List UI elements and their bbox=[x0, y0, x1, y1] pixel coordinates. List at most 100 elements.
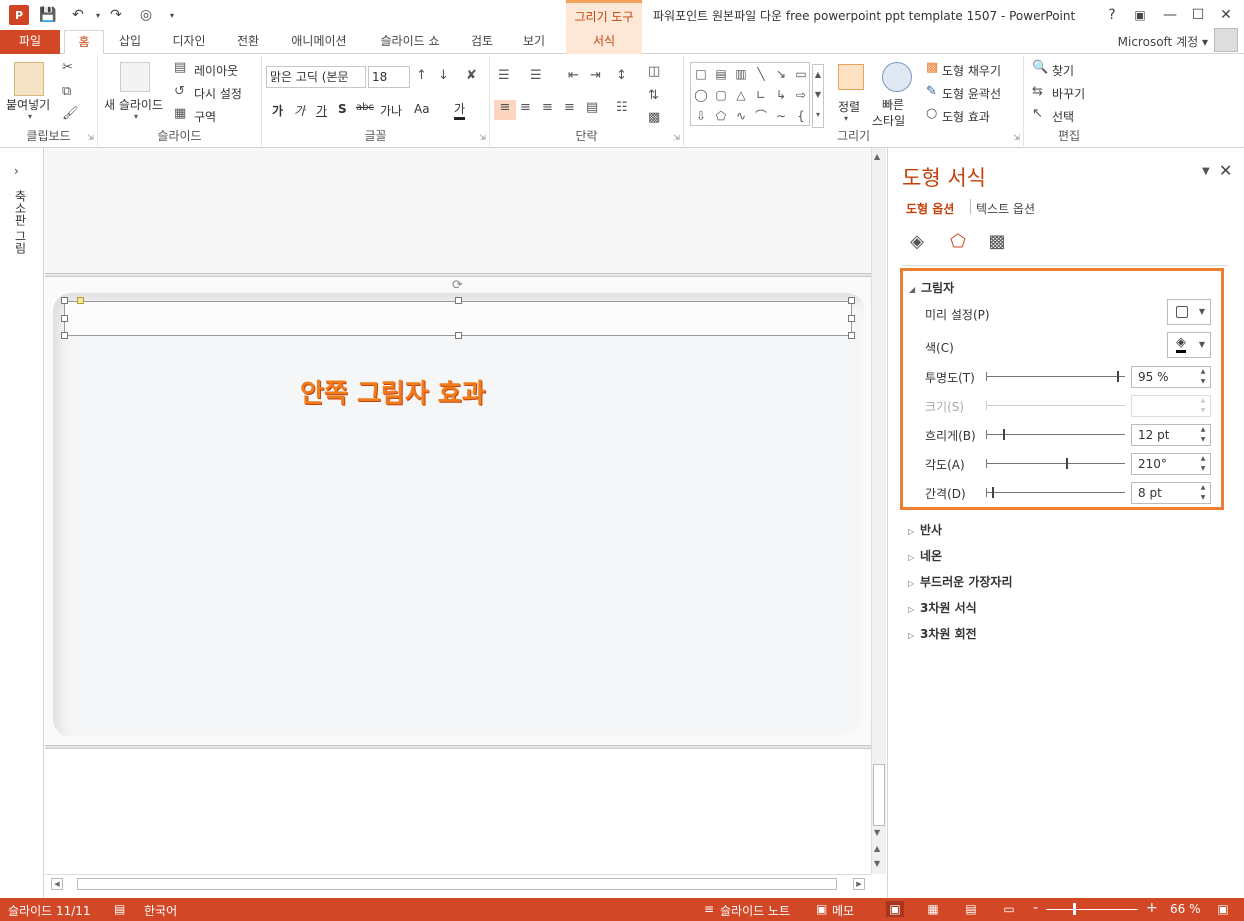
tab-file[interactable]: 파일 bbox=[0, 30, 60, 54]
cut-icon[interactable]: ✂ bbox=[62, 60, 73, 75]
shape-right-arrow-icon[interactable]: ⇨ bbox=[791, 84, 811, 105]
distance-spin-buttons-icon[interactable]: ▲ ▼ bbox=[1196, 483, 1210, 503]
notes-button[interactable]: 슬라이드 노트 bbox=[720, 902, 790, 919]
clipboard-launcher-icon[interactable]: ⇲ bbox=[87, 133, 94, 142]
resize-handle-top-right[interactable] bbox=[848, 297, 855, 304]
resize-handle-bottom-right[interactable] bbox=[848, 332, 855, 339]
comments-icon[interactable]: ▣ bbox=[816, 902, 827, 916]
3d-format-section-header[interactable]: ▷ 3차원 서식 bbox=[908, 599, 977, 616]
shape-outline-icon[interactable]: ✎ bbox=[926, 84, 937, 99]
align-left-icon[interactable]: ≡ bbox=[494, 100, 516, 120]
section-icon[interactable]: ▦ bbox=[174, 106, 186, 121]
strikethrough-button[interactable]: abc bbox=[356, 102, 374, 113]
new-slide-dropdown-icon[interactable]: ▾ bbox=[134, 112, 138, 121]
shape-line-arrow-icon[interactable]: ↘ bbox=[771, 63, 791, 84]
zoom-slider[interactable] bbox=[1046, 909, 1138, 910]
shape-textbox-icon[interactable]: ▤ bbox=[711, 63, 731, 84]
new-slide-button[interactable]: 새 슬라이드 bbox=[104, 96, 163, 113]
tab-design[interactable]: 디자인 bbox=[162, 30, 216, 54]
shape-rounded-rect-icon[interactable]: ▢ bbox=[711, 84, 731, 105]
thumbnails-label[interactable]: 축소판 그림 bbox=[12, 190, 29, 254]
shape-fill-button[interactable]: 도형 채우기 bbox=[942, 62, 1001, 79]
selected-shape[interactable] bbox=[64, 301, 852, 336]
layout-button[interactable]: 레이아웃 bbox=[194, 62, 238, 79]
clear-formatting-icon[interactable]: ✘ bbox=[466, 68, 477, 83]
glow-section-header[interactable]: ▷ 네온 bbox=[908, 547, 942, 564]
shape-options-tab[interactable]: 도형 옵션 bbox=[906, 200, 954, 217]
shape-rect-icon[interactable]: □ bbox=[691, 63, 711, 84]
columns-icon[interactable]: ◫ bbox=[648, 64, 660, 79]
undo-dropdown-icon[interactable]: ▾ bbox=[88, 5, 108, 25]
arrange-icon[interactable] bbox=[838, 64, 864, 90]
minimize-button[interactable]: — bbox=[1156, 3, 1184, 27]
distributed-icon[interactable]: ▤ bbox=[586, 100, 598, 115]
distance-slider-thumb[interactable] bbox=[992, 487, 994, 498]
horizontal-scrollbar[interactable]: ◀ ▶ bbox=[45, 874, 871, 894]
font-launcher-icon[interactable]: ⇲ bbox=[479, 133, 486, 142]
font-size-combo[interactable]: 18 bbox=[368, 66, 410, 88]
text-options-tab[interactable]: 텍스트 옵션 bbox=[976, 200, 1035, 217]
shape-freeform-icon[interactable]: ∿ bbox=[731, 105, 751, 126]
size-properties-icon[interactable]: ▩ bbox=[984, 228, 1010, 254]
spelling-icon[interactable]: ▤ bbox=[114, 902, 125, 916]
redo-icon[interactable]: ↷ bbox=[106, 5, 126, 25]
justify-icon[interactable]: ≡ bbox=[564, 100, 575, 115]
reading-view-icon[interactable]: ▤ bbox=[962, 901, 980, 917]
shapes-gallery-scroll-icon[interactable]: ▲ ▼ ▾ bbox=[812, 64, 824, 128]
shadow-section-header[interactable]: ◢ 그림자 bbox=[909, 279, 954, 296]
language-status[interactable]: 한국어 bbox=[144, 902, 177, 919]
decrease-indent-icon[interactable]: ⇤ bbox=[568, 68, 579, 83]
quick-styles-label-1[interactable]: 빠른 bbox=[882, 96, 904, 113]
quick-styles-icon[interactable] bbox=[882, 62, 912, 92]
resize-handle-right[interactable] bbox=[848, 315, 855, 322]
help-button[interactable]: ? bbox=[1098, 3, 1126, 27]
ribbon-display-options-icon[interactable]: ▣ bbox=[1126, 3, 1154, 27]
shape-oval-icon[interactable]: ◯ bbox=[691, 84, 711, 105]
shape-down-arrow-icon[interactable]: ⇩ bbox=[691, 105, 711, 126]
blur-slider-thumb[interactable] bbox=[1003, 429, 1005, 440]
transparency-spin-buttons-icon[interactable]: ▲ ▼ bbox=[1196, 367, 1210, 387]
bullets-icon[interactable]: ☰ bbox=[498, 68, 510, 83]
font-color-button[interactable]: 가 bbox=[454, 100, 466, 120]
tab-animations[interactable]: 애니메이션 bbox=[280, 30, 358, 54]
distance-spin[interactable]: 8 pt ▲ ▼ bbox=[1131, 482, 1211, 504]
replace-button[interactable]: 바꾸기 bbox=[1052, 85, 1085, 102]
format-painter-icon[interactable]: 🖌 bbox=[62, 106, 79, 121]
transparency-slider[interactable] bbox=[986, 371, 1125, 382]
blur-spin-buttons-icon[interactable]: ▲ ▼ bbox=[1196, 425, 1210, 445]
paragraph-launcher-icon[interactable]: ⇲ bbox=[673, 133, 680, 142]
resize-handle-bottom-left[interactable] bbox=[61, 332, 68, 339]
next-slide-icon[interactable]: ▼ bbox=[874, 859, 880, 868]
angle-slider[interactable] bbox=[986, 458, 1125, 469]
reset-button[interactable]: 다시 설정 bbox=[194, 85, 242, 102]
tab-review[interactable]: 검토 bbox=[462, 30, 502, 54]
tab-format[interactable]: 서식 bbox=[566, 30, 642, 54]
zoom-slider-thumb[interactable] bbox=[1073, 903, 1076, 915]
bold-button[interactable]: 가 bbox=[272, 102, 283, 119]
align-center-icon[interactable]: ≡ bbox=[520, 100, 531, 115]
vertical-scroll-thumb[interactable] bbox=[873, 764, 885, 826]
paste-dropdown-icon[interactable]: ▾ bbox=[28, 112, 32, 121]
zoom-in-button[interactable]: + bbox=[1146, 900, 1158, 916]
maximize-button[interactable]: ☐ bbox=[1184, 3, 1212, 27]
effects-icon[interactable]: ⬠ bbox=[945, 228, 971, 254]
rotate-handle-icon[interactable]: ⟳ bbox=[452, 278, 463, 293]
inner-shadow-card[interactable] bbox=[53, 293, 865, 737]
font-name-combo[interactable]: 맑은 고딕 (본문 bbox=[266, 66, 366, 88]
reflection-section-header[interactable]: ▷ 반사 bbox=[908, 521, 942, 538]
undo-icon[interactable]: ↶ bbox=[68, 5, 88, 25]
account-menu[interactable]: Microsoft 계정 ▾ bbox=[1118, 33, 1208, 50]
shape-curve-icon[interactable]: ∼ bbox=[771, 105, 791, 126]
line-spacing-icon[interactable]: ↕ bbox=[616, 68, 627, 83]
angle-slider-thumb[interactable] bbox=[1066, 458, 1068, 469]
new-slide-icon[interactable] bbox=[120, 62, 150, 92]
pane-close-icon[interactable]: ✕ bbox=[1219, 161, 1232, 180]
transparency-spin[interactable]: 95 % ▲ ▼ bbox=[1131, 366, 1211, 388]
zoom-out-button[interactable]: - bbox=[1033, 900, 1038, 916]
tab-home[interactable]: 홈 bbox=[64, 30, 104, 55]
layout-icon[interactable]: ▤ bbox=[174, 60, 186, 75]
shrink-font-icon[interactable]: ↓ bbox=[438, 68, 449, 83]
resize-handle-top-left[interactable] bbox=[61, 297, 68, 304]
column-layout-icon[interactable]: ☷ bbox=[616, 100, 628, 115]
previous-slide-icon[interactable]: ▲ bbox=[874, 844, 880, 853]
